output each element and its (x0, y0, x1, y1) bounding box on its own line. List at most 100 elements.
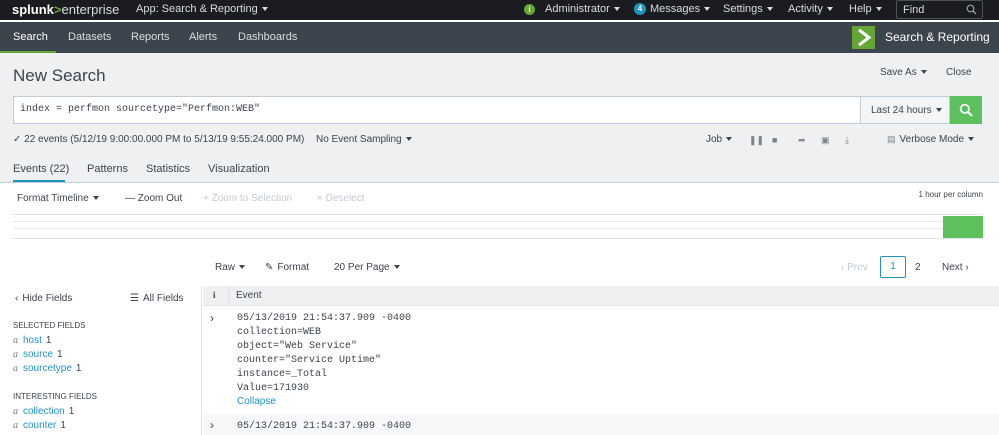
splunk-logo[interactable]: splunk>enterprise (12, 2, 119, 17)
format-timeline-menu[interactable]: Format Timeline (17, 193, 99, 204)
search-mode-menu[interactable]: ▤ Verbose Mode (887, 134, 975, 145)
list-icon: ☰ (130, 293, 139, 304)
raw-view-menu[interactable]: Raw (215, 262, 246, 273)
active-tab-indicator (13, 180, 65, 182)
page-title: New Search (13, 66, 106, 85)
search-icon (966, 4, 977, 15)
search-icon (959, 103, 973, 117)
collapse-link[interactable]: Collapse (237, 396, 276, 407)
zoom-to-selection-button[interactable]: + Zoom to Selection (203, 193, 292, 204)
page-2-button[interactable]: 2 (915, 262, 921, 273)
search-query-input[interactable]: index = perfmon sourcetype="Perfmon:WEB" (13, 96, 861, 124)
chevron-down-icon (405, 137, 412, 142)
zoom-out-button[interactable]: — Zoom Out (125, 193, 182, 204)
event-line: 05/13/2019 21:54:37.909 -0400 (237, 313, 412, 324)
chevron-down-icon (935, 108, 942, 113)
field-item[interactable]: a counter 1 (13, 420, 66, 431)
per-page-menu[interactable]: 20 Per Page (334, 262, 400, 273)
expand-chevron-icon[interactable]: › (210, 311, 214, 325)
mode-icon: ▤ (887, 134, 896, 144)
time-range-picker[interactable]: Last 24 hours (860, 96, 950, 124)
help-menu[interactable]: Help (849, 3, 882, 15)
nav-reports[interactable]: Reports (131, 31, 170, 43)
nav-search[interactable]: Search (13, 31, 48, 43)
field-item[interactable]: a source 1 (13, 349, 63, 360)
find-input[interactable]: Find (896, 0, 983, 19)
chevron-down-icon (826, 7, 833, 12)
hide-fields-button[interactable]: ‹ Hide Fields (15, 293, 72, 304)
next-page-button[interactable]: Next › (942, 262, 969, 273)
chevron-down-icon (239, 265, 246, 270)
pause-icon[interactable]: ❚❚ (749, 135, 764, 146)
tab-statistics[interactable]: Statistics (146, 163, 190, 175)
user-menu[interactable]: Administrator (545, 3, 620, 15)
format-button[interactable]: ✎ Format (265, 262, 309, 273)
event-line: 05/13/2019 21:54:37.909 -0400 (237, 421, 412, 432)
chevron-down-icon (920, 70, 927, 75)
events-table-header (203, 286, 999, 306)
timeline-gridline (13, 214, 983, 215)
activity-menu[interactable]: Activity (788, 3, 833, 15)
event-sampling-menu[interactable]: No Event Sampling (316, 134, 412, 145)
print-icon[interactable]: ▣ (821, 135, 830, 146)
chevron-down-icon (968, 137, 975, 142)
search-button[interactable] (950, 96, 982, 124)
field-item[interactable]: a host 1 (13, 335, 51, 346)
timeline-scale-label: 1 hour per column (918, 190, 983, 199)
app-title: Search & Reporting (885, 30, 990, 44)
app-logo-icon (852, 26, 875, 49)
timeline-gridline (13, 221, 983, 222)
event-line: Value=171930 (237, 383, 310, 394)
timeline-gridline (13, 238, 983, 239)
event-line: object="Web Service" (237, 341, 358, 352)
job-menu[interactable]: Job (706, 134, 733, 145)
chevron-down-icon (704, 7, 711, 12)
export-icon[interactable]: ⤓ (845, 135, 849, 146)
chevron-down-icon (766, 7, 773, 12)
chevron-down-icon (875, 7, 882, 12)
settings-menu[interactable]: Settings (723, 3, 773, 15)
messages-menu[interactable]: Messages (650, 3, 711, 15)
tab-visualization[interactable]: Visualization (208, 163, 270, 175)
nav-datasets[interactable]: Datasets (68, 31, 111, 43)
nav-dashboards[interactable]: Dashboards (238, 31, 297, 43)
stop-icon[interactable]: ■ (772, 135, 777, 145)
event-column-header: Event (236, 290, 262, 301)
expand-chevron-icon[interactable]: › (210, 418, 214, 432)
chevron-down-icon (261, 7, 268, 12)
event-line: collection=WEB (237, 327, 322, 338)
search-query-text: index = perfmon sourcetype="Perfmon:WEB" (20, 104, 261, 115)
chevron-down-icon (726, 137, 733, 142)
messages-count-badge: 4 (634, 3, 646, 15)
all-fields-button[interactable]: ☰ All Fields (130, 293, 184, 304)
page-1-button[interactable]: 1 (880, 256, 906, 278)
pencil-icon: ✎ (265, 262, 274, 273)
field-item[interactable]: a sourcetype 1 (13, 363, 81, 374)
chevron-down-icon (613, 7, 620, 12)
chevron-left-icon: ‹ (15, 293, 19, 304)
tab-events[interactable]: Events (22) (13, 163, 69, 175)
save-as-button[interactable]: Save As (880, 67, 927, 78)
timeline-bar[interactable] (943, 216, 983, 238)
app-menu[interactable]: App: Search & Reporting (136, 3, 268, 15)
chevron-down-icon (393, 265, 400, 270)
prev-page-button[interactable]: ‹ Prev (841, 262, 868, 273)
tab-patterns[interactable]: Patterns (87, 163, 128, 175)
top-bar: splunk>enterprise App: Search & Reportin… (0, 0, 999, 20)
close-button[interactable]: Close (946, 67, 972, 78)
interesting-fields-title: INTERESTING FIELDS (13, 392, 98, 401)
field-item[interactable]: a collection 1 (13, 406, 74, 417)
events-summary: ✓ 22 events (5/12/19 9:00:00.000 PM to 5… (13, 134, 305, 145)
find-placeholder: Find (903, 4, 925, 16)
nav-alerts[interactable]: Alerts (189, 31, 217, 43)
timeline-gridline (13, 228, 983, 229)
event-line: instance=_Total (237, 369, 328, 380)
deselect-button[interactable]: × Deselect (317, 193, 365, 204)
info-icon: i (524, 4, 535, 15)
event-line: counter="Service Uptime" (237, 355, 382, 366)
info-column-header: i (213, 290, 216, 300)
column-divider (228, 286, 229, 306)
selected-fields-title: SELECTED FIELDS (13, 321, 86, 330)
share-icon[interactable]: ➦ (798, 135, 806, 146)
chevron-down-icon (92, 196, 99, 201)
